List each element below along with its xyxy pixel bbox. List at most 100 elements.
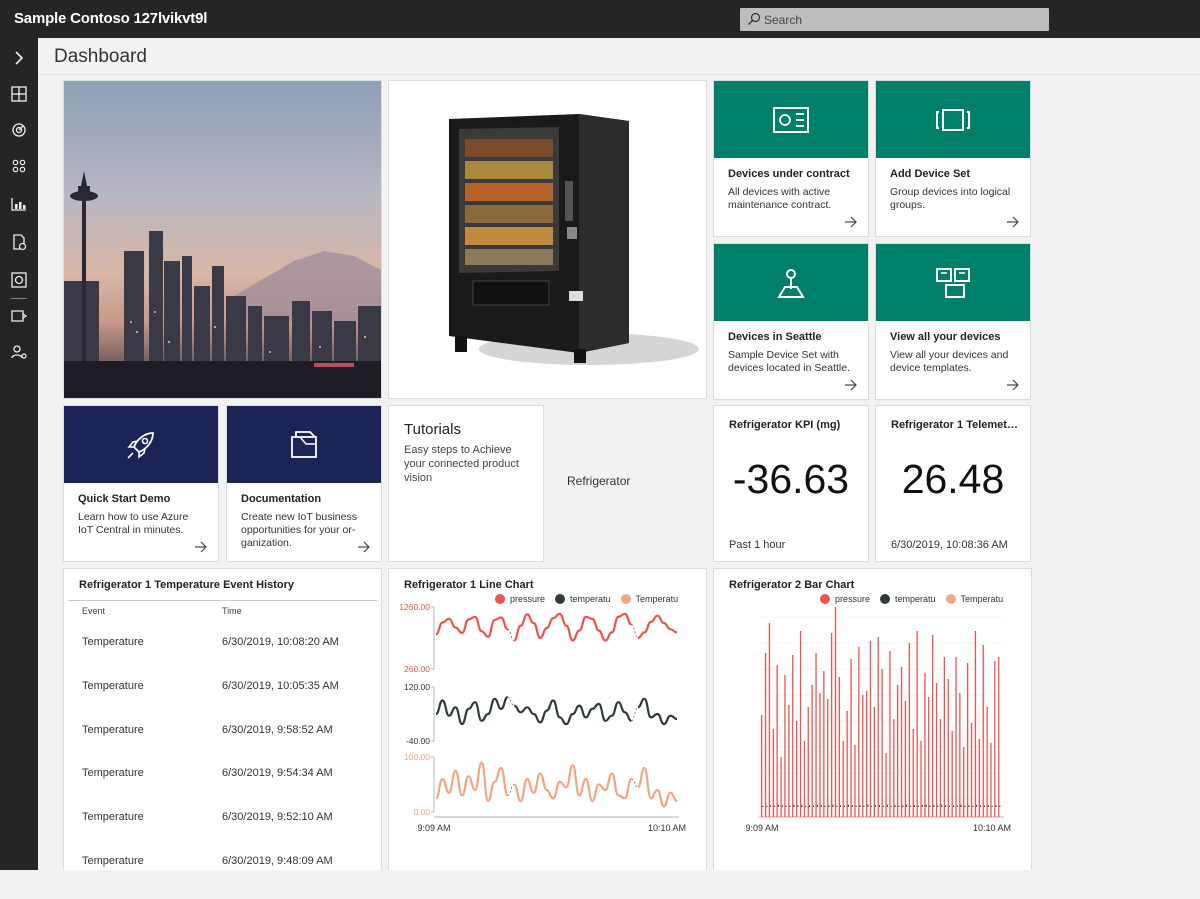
document-icon bbox=[291, 430, 317, 458]
bar-temperature-2 bbox=[779, 815, 780, 817]
bar-temperature bbox=[805, 805, 807, 807]
bar-temperature bbox=[836, 805, 838, 807]
bar-pressure bbox=[970, 723, 973, 817]
device-sets-icon[interactable] bbox=[9, 156, 29, 176]
bar-pressure bbox=[831, 633, 833, 817]
line-chart-tile[interactable]: Refrigerator 1 Line Chart pressure tempe… bbox=[388, 568, 707, 870]
devices-icon[interactable] bbox=[9, 120, 29, 140]
arrow-right-icon[interactable] bbox=[844, 216, 858, 228]
bar-pressure bbox=[823, 671, 825, 817]
bar-temperature-2 bbox=[860, 815, 862, 817]
kpi-timeframe: Past 1 hour bbox=[729, 539, 786, 551]
bar-temperature-2 bbox=[852, 815, 854, 817]
time-cell: 6/30/2019, 9:48:09 AM bbox=[222, 855, 333, 867]
table-row: Temperature 6/30/2019, 9:54:34 AM bbox=[64, 767, 381, 811]
search-input[interactable]: Search bbox=[740, 8, 1049, 31]
bar-temperature-2 bbox=[973, 816, 975, 817]
search-icon bbox=[748, 12, 761, 25]
tile-band bbox=[876, 81, 1030, 158]
arrow-right-icon[interactable] bbox=[844, 379, 858, 391]
series-line-temperatu bbox=[507, 696, 515, 706]
bar-temperature-2 bbox=[965, 816, 967, 817]
bar-pressure bbox=[846, 711, 848, 817]
documentation-tile[interactable]: Documentation Create new IoT business op… bbox=[226, 405, 382, 562]
arrow-right-icon[interactable] bbox=[357, 541, 371, 553]
bar-temperature bbox=[859, 805, 861, 807]
devices-in-seattle-tile[interactable]: Devices in Seattle Sample Device Set wit… bbox=[713, 243, 869, 400]
bar-pressure bbox=[819, 693, 821, 817]
bar-temperature bbox=[987, 805, 989, 807]
chevron-right-icon[interactable] bbox=[9, 48, 29, 68]
bar-pressure bbox=[974, 631, 977, 817]
bar-temperature bbox=[906, 804, 908, 807]
kpi-tile[interactable]: Refrigerator KPI (mg) -36.63 Past 1 hour bbox=[713, 405, 869, 562]
analytics-icon[interactable] bbox=[9, 194, 29, 214]
bar-temperature bbox=[793, 804, 795, 807]
bar-pressure bbox=[932, 635, 934, 817]
bar-temperature-2 bbox=[957, 815, 959, 817]
bar-temperature-2 bbox=[880, 815, 882, 817]
dashboard-icon[interactable] bbox=[9, 84, 29, 104]
bar-temperature bbox=[898, 805, 900, 807]
bar-temperature bbox=[956, 805, 958, 807]
bar-temperature-2 bbox=[887, 815, 889, 817]
rail-divider bbox=[11, 298, 27, 299]
bar-temperature-2 bbox=[942, 815, 944, 817]
table-header-divider bbox=[68, 600, 377, 601]
table-row: Temperature 6/30/2019, 9:52:10 AM bbox=[64, 811, 381, 855]
bar-temperature bbox=[863, 805, 865, 807]
bar-pressure bbox=[792, 655, 794, 817]
view-all-devices-tile[interactable]: View all your devices View all your devi… bbox=[875, 243, 1031, 400]
bar-pressure bbox=[998, 657, 1000, 817]
bar-temperature-2 bbox=[884, 816, 885, 817]
bar-temperature-2 bbox=[837, 816, 839, 817]
bar-chart[interactable]: 9:09 AM 10:10 AM bbox=[714, 599, 1031, 839]
bar-chart-tile[interactable]: Refrigerator 2 Bar Chart pressure temper… bbox=[713, 568, 1032, 870]
device-templates-icon[interactable] bbox=[9, 306, 29, 326]
jobs-icon[interactable] bbox=[9, 232, 29, 252]
add-device-set-tile[interactable]: Add Device Set Group devices into logica… bbox=[875, 80, 1031, 237]
bar-temperature-2 bbox=[934, 815, 936, 817]
arrow-right-icon[interactable] bbox=[1006, 379, 1020, 391]
app-title: Sample Contoso 127lvikvt9l bbox=[14, 10, 208, 27]
bar-temperature bbox=[890, 805, 892, 807]
bar-temperature-2 bbox=[946, 816, 948, 817]
bar-temperature-2 bbox=[992, 816, 994, 817]
bar-pressure bbox=[893, 719, 895, 817]
bar-temperature-2 bbox=[798, 816, 800, 817]
series-line-Temperatu bbox=[513, 764, 633, 803]
bar-temperature bbox=[914, 805, 915, 807]
bar-temperature bbox=[785, 805, 787, 807]
bar-pressure bbox=[986, 707, 988, 817]
last-known-value-tile[interactable]: Refrigerator 1 Telemetry... 26.48 6/30/2… bbox=[875, 405, 1031, 562]
application-builder-icon[interactable] bbox=[9, 270, 29, 290]
bar-pressure bbox=[897, 685, 899, 817]
administration-icon[interactable] bbox=[9, 342, 29, 362]
bar-pressure bbox=[877, 637, 879, 817]
tutorials-tile[interactable]: Tutorials Easy steps to Achieve your con… bbox=[388, 405, 544, 562]
bar-pressure bbox=[935, 683, 938, 817]
bar-temperature bbox=[960, 804, 962, 807]
arrow-right-icon[interactable] bbox=[1006, 216, 1020, 228]
devices-under-contract-tile[interactable]: Devices under contract All devices with … bbox=[713, 80, 869, 237]
bar-pressure bbox=[807, 707, 809, 817]
bar-temperature-2 bbox=[775, 815, 777, 817]
arrow-right-icon[interactable] bbox=[194, 541, 208, 553]
event-history-tile[interactable]: Refrigerator 1 Temperature Event History… bbox=[63, 568, 382, 870]
bar-temperature bbox=[851, 805, 853, 807]
bar-pressure bbox=[776, 665, 778, 817]
x-tick-label: 10:10 AM bbox=[973, 823, 1011, 833]
bar-pressure bbox=[811, 685, 813, 817]
bar-temperature bbox=[991, 805, 993, 807]
bar-temperature bbox=[801, 804, 803, 807]
vending-machine-image-tile[interactable] bbox=[388, 80, 707, 399]
line-chart[interactable]: 1260.00 260.00 120.00 -40.00 100.00 0.00 9:09 … bbox=[389, 599, 706, 839]
bar-temperature bbox=[910, 805, 912, 807]
seattle-image-tile[interactable] bbox=[63, 80, 382, 399]
bar-pressure bbox=[947, 679, 949, 817]
bar-temperature-2 bbox=[996, 815, 998, 817]
bar-temperature-2 bbox=[907, 815, 909, 817]
bar-temperature-2 bbox=[919, 816, 920, 817]
bar-temperature-2 bbox=[961, 815, 963, 817]
quick-start-demo-tile[interactable]: Quick Start Demo Learn how to use Azure … bbox=[63, 405, 219, 562]
